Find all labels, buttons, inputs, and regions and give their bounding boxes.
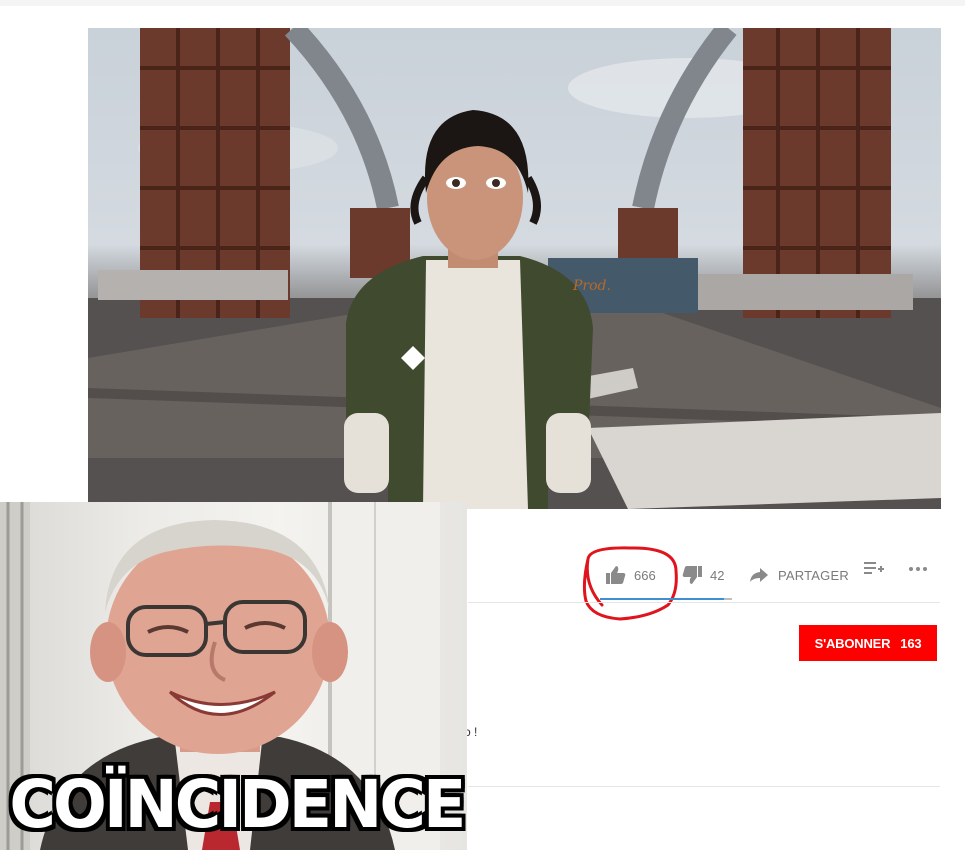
subscribe-label: S'ABONNER	[814, 635, 891, 651]
subscribe-button[interactable]: S'ABONNER 163	[799, 625, 937, 661]
top-strip	[0, 0, 965, 6]
thumbs-up-icon	[606, 566, 626, 584]
divider-bottom	[468, 786, 940, 787]
meme-overlay-image: COÏNCIDENCE	[0, 502, 467, 850]
share-button[interactable]: PARTAGER	[750, 560, 849, 590]
divider-top	[468, 602, 940, 603]
dislike-button[interactable]: 42	[682, 560, 724, 590]
playlist-add-icon	[864, 562, 884, 574]
like-button[interactable]: 666	[606, 560, 656, 590]
add-to-playlist-button[interactable]	[864, 560, 884, 590]
thumbs-down-icon	[682, 566, 702, 584]
meme-caption: COÏNCIDENCE	[9, 766, 466, 843]
like-ratio-fill	[600, 598, 725, 600]
more-actions-button[interactable]	[908, 560, 928, 590]
more-horizontal-icon	[909, 567, 927, 571]
video-watermark: Prod.	[573, 278, 611, 294]
share-label: PARTAGER	[778, 567, 849, 583]
video-frame-scene	[88, 28, 941, 509]
video-player[interactable]: Prod.	[88, 28, 941, 509]
share-arrow-icon	[750, 568, 768, 582]
like-ratio-bar	[600, 598, 732, 600]
dislike-count: 42	[710, 567, 725, 583]
like-count: 666	[634, 567, 656, 583]
subscriber-count: 163	[900, 635, 922, 651]
